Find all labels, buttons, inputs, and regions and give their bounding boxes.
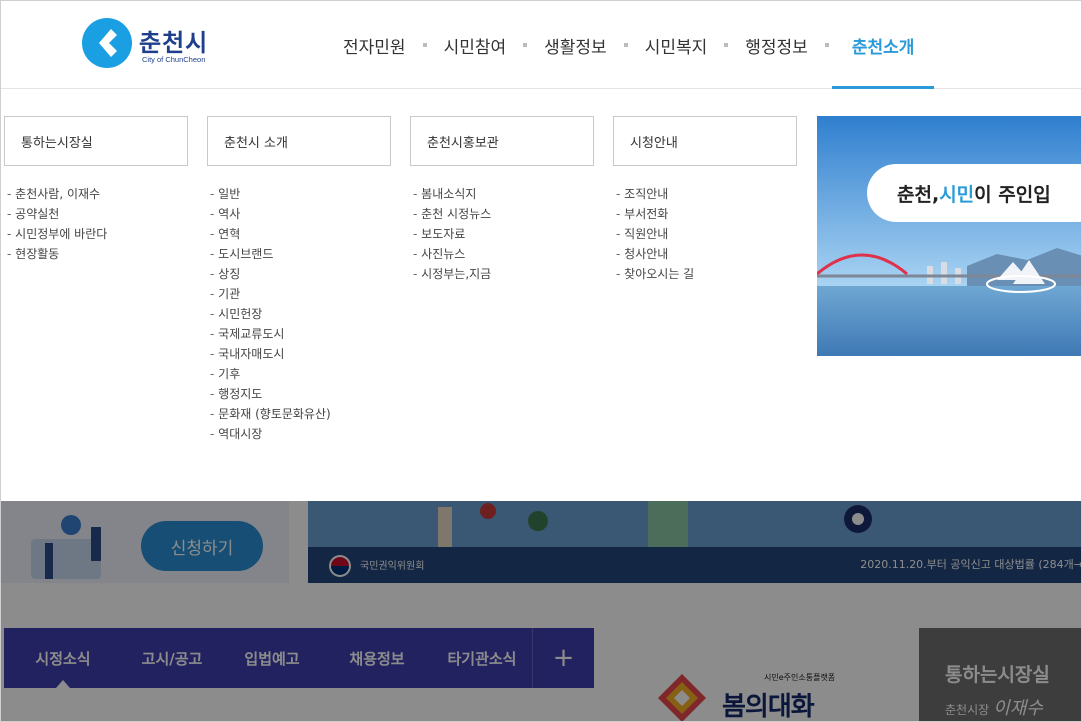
menu-item[interactable]: 봄내소식지 (410, 184, 594, 204)
banner-caption-b: 이 주인입 (974, 183, 1051, 206)
menu-item[interactable]: 찾아오시는 길 (613, 264, 797, 284)
main-nav: 전자민원 시민참여 생활정보 시민복지 행정정보 춘천소개 (329, 1, 934, 89)
banner-caption-highlight: 시민 (939, 183, 975, 206)
menu-item[interactable]: 춘천사람, 이재수 (4, 184, 188, 204)
river-bridge-scene-icon (817, 116, 1081, 356)
menu-column-intro: 춘천시 소개 일반 역사 연혁 도시브랜드 상징 기관 시민헌장 국제교류도시 … (207, 116, 391, 444)
menu-item[interactable]: 기후 (207, 364, 391, 384)
banner-caption-a: 춘천, (897, 183, 940, 206)
menu-item[interactable]: 공약실천 (4, 204, 188, 224)
menu-column-title[interactable]: 시청안내 (613, 116, 797, 166)
menu-item[interactable]: 청사안내 (613, 244, 797, 264)
menu-column-title[interactable]: 춘천시홍보관 (410, 116, 594, 166)
nav-e-civil[interactable]: 전자민원 (329, 1, 420, 89)
menu-item[interactable]: 시민정부에 바란다 (4, 224, 188, 244)
menu-item[interactable]: 역대시장 (207, 424, 391, 444)
menu-item[interactable]: 역사 (207, 204, 391, 224)
menu-item[interactable]: 춘천 시정뉴스 (410, 204, 594, 224)
nav-admin-info[interactable]: 행정정보 (731, 1, 822, 89)
menu-item[interactable]: 시정부는,지금 (410, 264, 594, 284)
nav-participation[interactable]: 시민참여 (430, 1, 521, 89)
logo-mark-icon (82, 18, 132, 68)
mega-menu: 통하는시장실 춘천사람, 이재수 공약실천 시민정부에 바란다 현장활동 춘천시… (1, 89, 1081, 501)
nav-separator (824, 43, 829, 47)
menu-list: 춘천사람, 이재수 공약실천 시민정부에 바란다 현장활동 (4, 184, 188, 264)
menu-item[interactable]: 사진뉴스 (410, 244, 594, 264)
menu-item[interactable]: 시민헌장 (207, 304, 391, 324)
menu-item[interactable]: 행정지도 (207, 384, 391, 404)
site-logo[interactable]: 춘천시 City of ChunCheon (81, 15, 211, 75)
menu-column-cityhall: 시청안내 조직안내 부서전화 직원안내 청사안내 찾아오시는 길 (613, 116, 797, 284)
menu-column-title[interactable]: 통하는시장실 (4, 116, 188, 166)
logo-name: 춘천시 (139, 29, 209, 57)
dim-overlay[interactable] (1, 501, 1081, 721)
menu-item[interactable]: 조직안내 (613, 184, 797, 204)
menu-column-mayor: 통하는시장실 춘천사람, 이재수 공약실천 시민정부에 바란다 현장활동 (4, 116, 188, 264)
menu-item[interactable]: 도시브랜드 (207, 244, 391, 264)
banner-caption: 춘천, 시민 이 주인입 (867, 164, 1081, 222)
menu-item[interactable]: 국제교류도시 (207, 324, 391, 344)
menu-list: 조직안내 부서전화 직원안내 청사안내 찾아오시는 길 (613, 184, 797, 284)
menu-list: 봄내소식지 춘천 시정뉴스 보도자료 사진뉴스 시정부는,지금 (410, 184, 594, 284)
city-banner[interactable]: 춘천, 시민 이 주인입 (817, 116, 1081, 356)
menu-item[interactable]: 부서전화 (613, 204, 797, 224)
logo-subtitle: City of ChunCheon (142, 55, 206, 64)
menu-item[interactable]: 문화재 (향토문화유산) (207, 404, 391, 424)
nav-separator (422, 43, 427, 47)
nav-life-info[interactable]: 생활정보 (530, 1, 621, 89)
menu-item[interactable]: 일반 (207, 184, 391, 204)
menu-item[interactable]: 상징 (207, 264, 391, 284)
nav-separator (523, 43, 528, 47)
nav-welfare[interactable]: 시민복지 (631, 1, 722, 89)
nav-about-chuncheon[interactable]: 춘천소개 (831, 1, 935, 89)
menu-column-title[interactable]: 춘천시 소개 (207, 116, 391, 166)
nav-separator (724, 43, 729, 47)
menu-item[interactable]: 직원안내 (613, 224, 797, 244)
menu-column-pr: 춘천시홍보관 봄내소식지 춘천 시정뉴스 보도자료 사진뉴스 시정부는,지금 (410, 116, 594, 284)
nav-separator (623, 43, 628, 47)
page: 춘천시 City of ChunCheon 전자민원 시민참여 생활정보 시민복… (0, 0, 1082, 722)
menu-item[interactable]: 보도자료 (410, 224, 594, 244)
menu-item[interactable]: 국내자매도시 (207, 344, 391, 364)
menu-item[interactable]: 현장활동 (4, 244, 188, 264)
site-header: 춘천시 City of ChunCheon 전자민원 시민참여 생활정보 시민복… (1, 1, 1081, 89)
menu-item[interactable]: 기관 (207, 284, 391, 304)
menu-item[interactable]: 연혁 (207, 224, 391, 244)
menu-list: 일반 역사 연혁 도시브랜드 상징 기관 시민헌장 국제교류도시 국내자매도시 … (207, 184, 391, 444)
